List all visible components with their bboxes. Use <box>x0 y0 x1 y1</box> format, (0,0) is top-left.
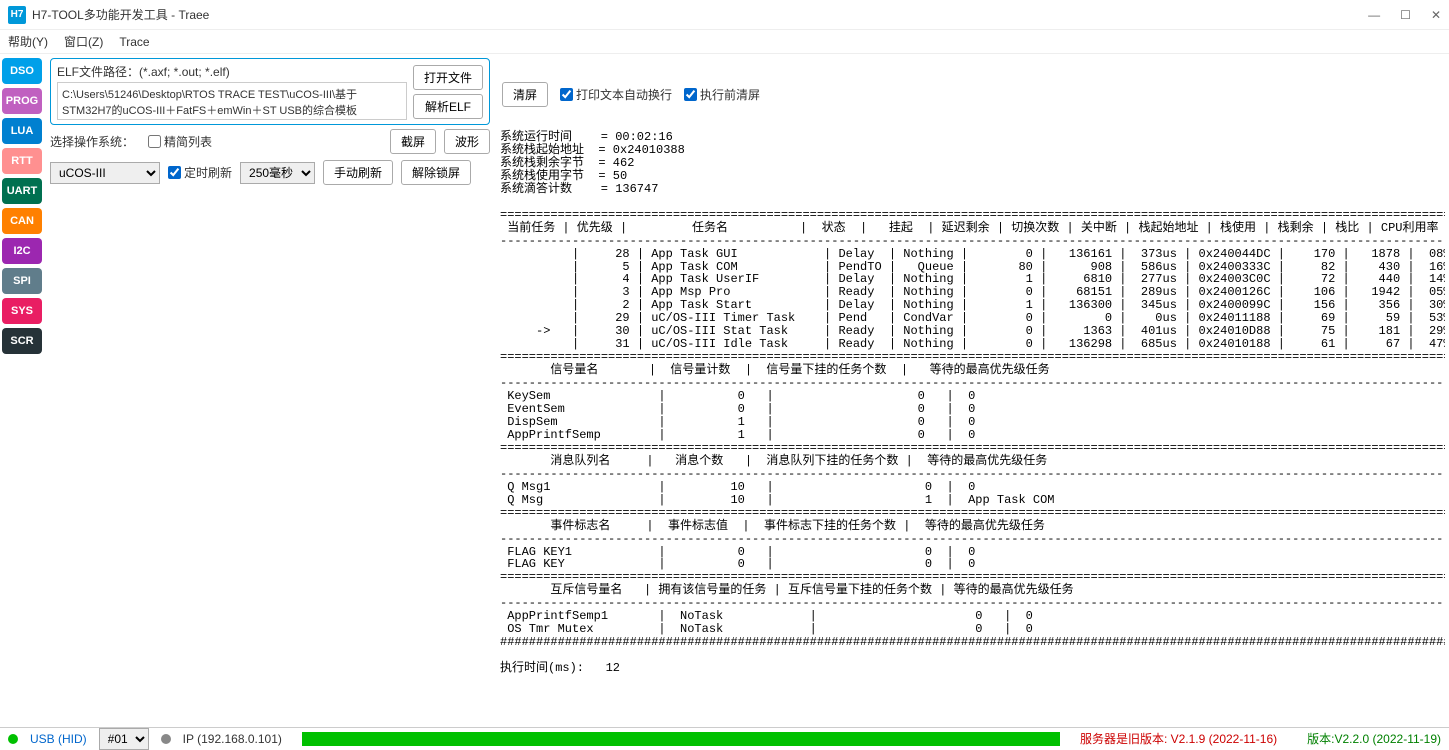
sidebar-i2c[interactable]: I2C <box>2 238 42 264</box>
menu-trace[interactable]: Trace <box>119 35 149 49</box>
device-id-select[interactable]: #01 <box>99 728 149 750</box>
elf-path-field[interactable]: C:\Users\51246\Desktop\RTOS TRACE TEST\u… <box>57 82 407 120</box>
client-version: 版本:V2.2.0 (2022-11-19) <box>1307 730 1441 747</box>
preclear-checkbox[interactable]: 执行前清屏 <box>684 86 760 103</box>
sidebar-can[interactable]: CAN <box>2 208 42 234</box>
sidebar-sys[interactable]: SYS <box>2 298 42 324</box>
ip-status-dot <box>161 734 171 744</box>
app-icon: H7 <box>8 6 26 24</box>
open-file-button[interactable]: 打开文件 <box>413 65 483 90</box>
screenshot-button[interactable]: 截屏 <box>390 129 436 154</box>
menu-help[interactable]: 帮助(Y) <box>8 33 48 50</box>
os-label: 选择操作系统： <box>50 133 140 150</box>
progress-bar <box>302 732 1060 746</box>
auto-refresh-checkbox[interactable]: 定时刷新 <box>168 164 232 181</box>
simple-list-checkbox[interactable]: 精简列表 <box>148 133 212 150</box>
sidebar-prog[interactable]: PROG <box>2 88 42 114</box>
manual-refresh-button[interactable]: 手动刷新 <box>323 160 393 185</box>
ip-status: IP (192.168.0.101) <box>183 732 282 746</box>
minimize-button[interactable]: — <box>1368 8 1380 22</box>
unlock-button[interactable]: 解除锁屏 <box>401 160 471 185</box>
usb-status-dot <box>8 734 18 744</box>
trace-output: 系统运行时间 = 00:02:16 系统栈起始地址 = 0x24010388 系… <box>498 129 1445 723</box>
sidebar-scr[interactable]: SCR <box>2 328 42 354</box>
parse-elf-button[interactable]: 解析ELF <box>413 94 483 119</box>
server-version: 服务器是旧版本: V2.1.9 (2022-11-16) <box>1080 730 1277 747</box>
sidebar-uart[interactable]: UART <box>2 178 42 204</box>
elf-panel: ELF文件路径：(*.axf; *.out; *.elf) C:\Users\5… <box>50 58 490 125</box>
usb-status: USB (HID) <box>30 732 87 746</box>
sidebar-spi[interactable]: SPI <box>2 268 42 294</box>
clear-button[interactable]: 清屏 <box>502 82 548 107</box>
close-button[interactable]: ✕ <box>1431 8 1441 22</box>
wrap-checkbox[interactable]: 打印文本自动换行 <box>560 86 672 103</box>
menu-window[interactable]: 窗口(Z) <box>64 33 103 50</box>
os-select[interactable]: uCOS-III <box>50 162 160 184</box>
waveform-button[interactable]: 波形 <box>444 129 490 154</box>
maximize-button[interactable]: ☐ <box>1400 8 1411 22</box>
interval-select[interactable]: 250毫秒 <box>240 162 315 184</box>
sidebar-dso[interactable]: DSO <box>2 58 42 84</box>
sidebar-rtt[interactable]: RTT <box>2 148 42 174</box>
window-title: H7-TOOL多功能开发工具 - Traee <box>32 6 1368 23</box>
elf-label: ELF文件路径：(*.axf; *.out; *.elf) <box>57 63 407 80</box>
sidebar-lua[interactable]: LUA <box>2 118 42 144</box>
